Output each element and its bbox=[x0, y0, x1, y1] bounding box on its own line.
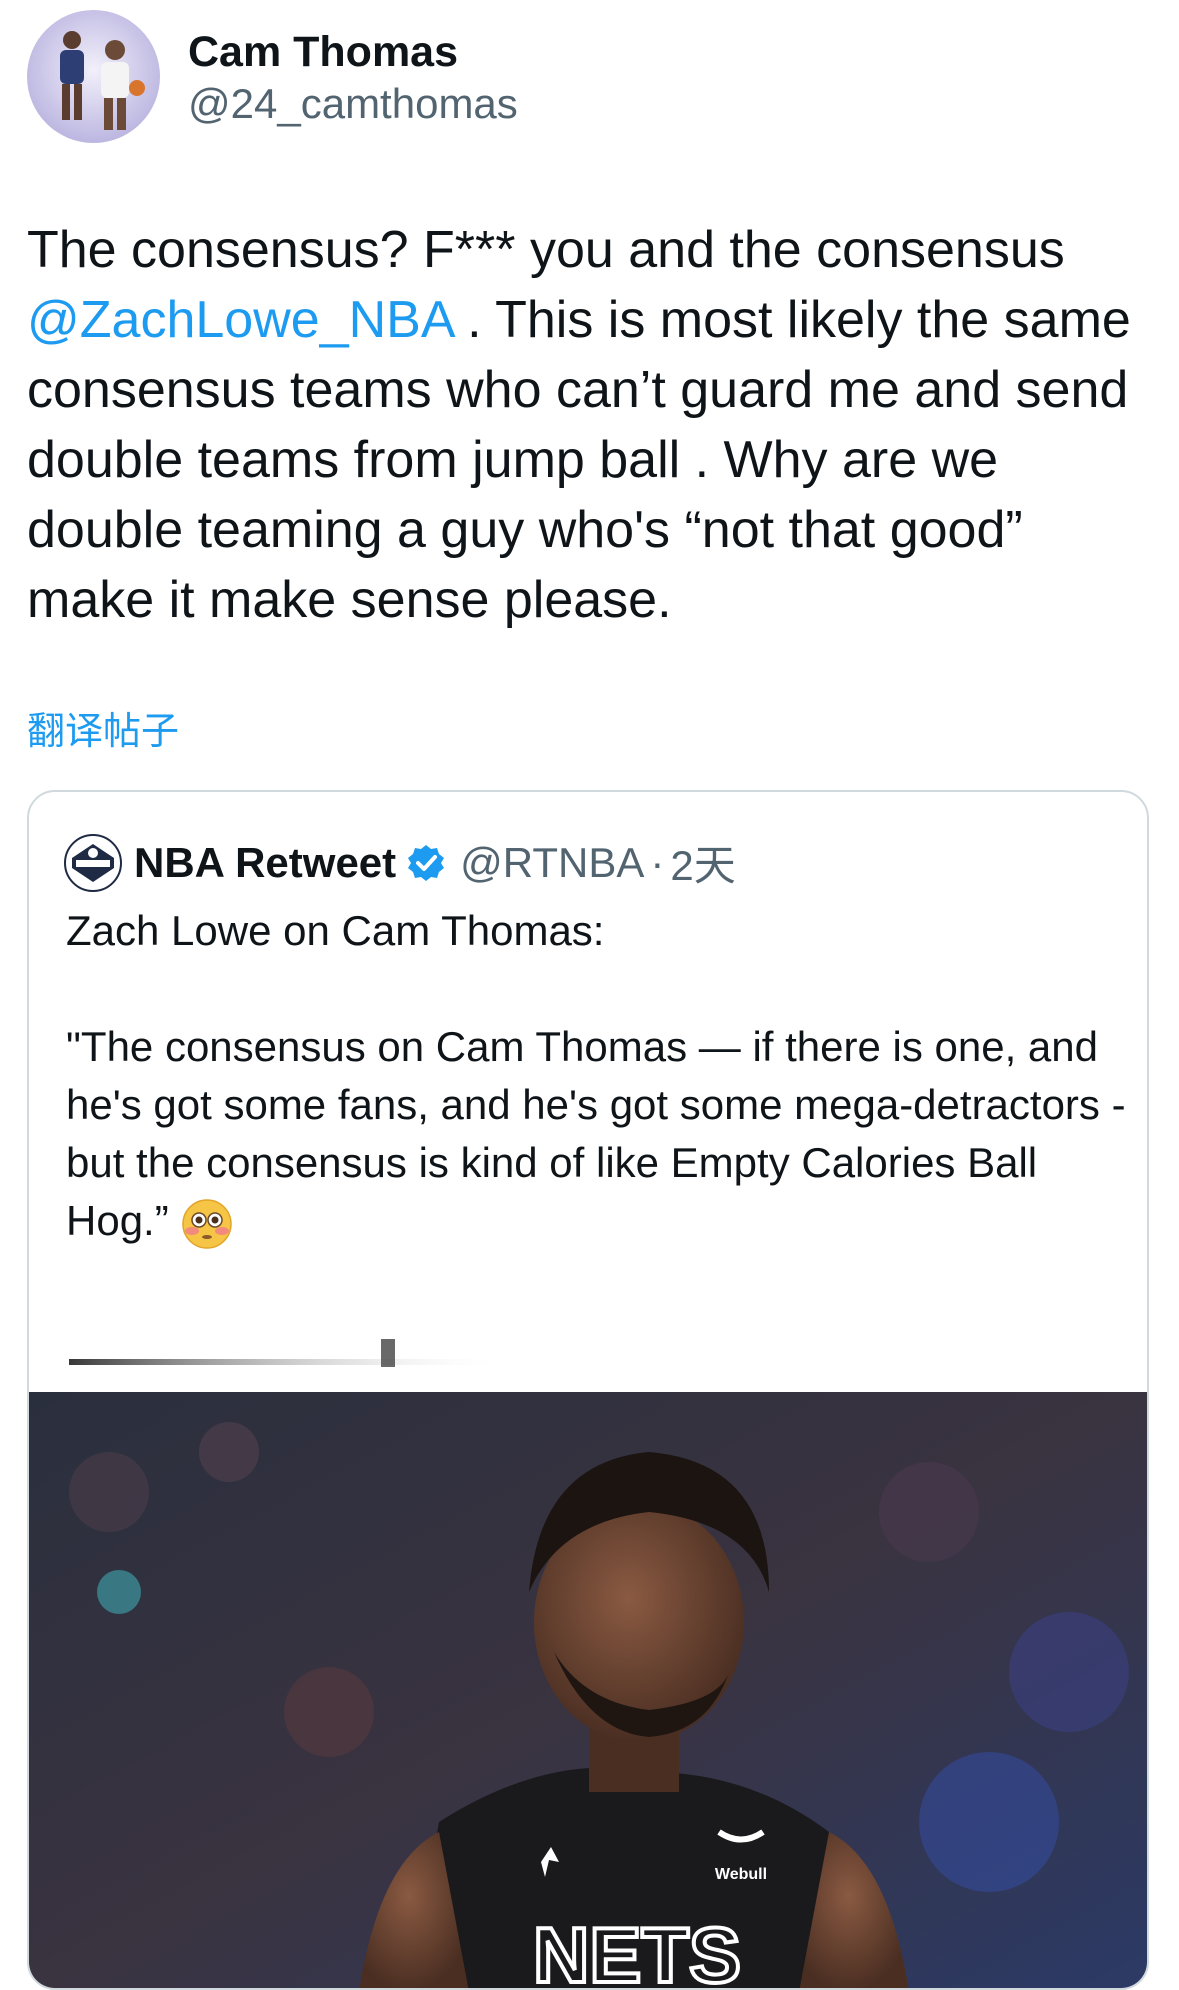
rtnba-logo-icon[interactable] bbox=[64, 833, 122, 892]
author-avatar[interactable] bbox=[27, 10, 160, 143]
quoted-tweet-header: NBA Retweet @RTNBA · 2天 bbox=[64, 832, 736, 893]
jersey-sponsor-text: Webull bbox=[715, 1866, 767, 1883]
quoted-tweet-image[interactable]: Webull NETS bbox=[29, 1392, 1147, 1990]
quoted-tweet-text: Zach Lowe on Cam Thomas: "The consensus … bbox=[66, 902, 1126, 1250]
author-handle[interactable]: @24_camthomas bbox=[188, 79, 518, 129]
quoted-text-line1: Zach Lowe on Cam Thomas: bbox=[66, 907, 605, 954]
quoted-tweet-card[interactable]: NBA Retweet @RTNBA · 2天 Zach Lowe on Cam… bbox=[27, 790, 1149, 1990]
tweet-text-part1: The consensus? F*** you and the consensu… bbox=[27, 221, 1065, 279]
verified-badge-icon bbox=[408, 844, 445, 881]
quoted-timestamp[interactable]: 2天 bbox=[670, 832, 735, 893]
quoted-separator: · bbox=[650, 838, 665, 886]
blurred-overlay-bar bbox=[69, 1339, 509, 1367]
translate-post-link[interactable]: 翻译帖子 bbox=[27, 707, 179, 757]
author-display-name[interactable]: Cam Thomas bbox=[188, 25, 518, 79]
quoted-display-name[interactable]: NBA Retweet bbox=[134, 839, 396, 887]
flushed-face-emoji-icon bbox=[181, 1199, 232, 1249]
tweet-text: The consensus? F*** you and the consensu… bbox=[27, 215, 1157, 635]
jersey-team-text: NETS bbox=[533, 1911, 741, 1990]
tweet-author[interactable]: Cam Thomas @24_camthomas bbox=[27, 10, 518, 143]
mention-link[interactable]: @ZachLowe_NBA bbox=[27, 291, 453, 349]
quoted-handle[interactable]: @RTNBA bbox=[460, 839, 644, 887]
